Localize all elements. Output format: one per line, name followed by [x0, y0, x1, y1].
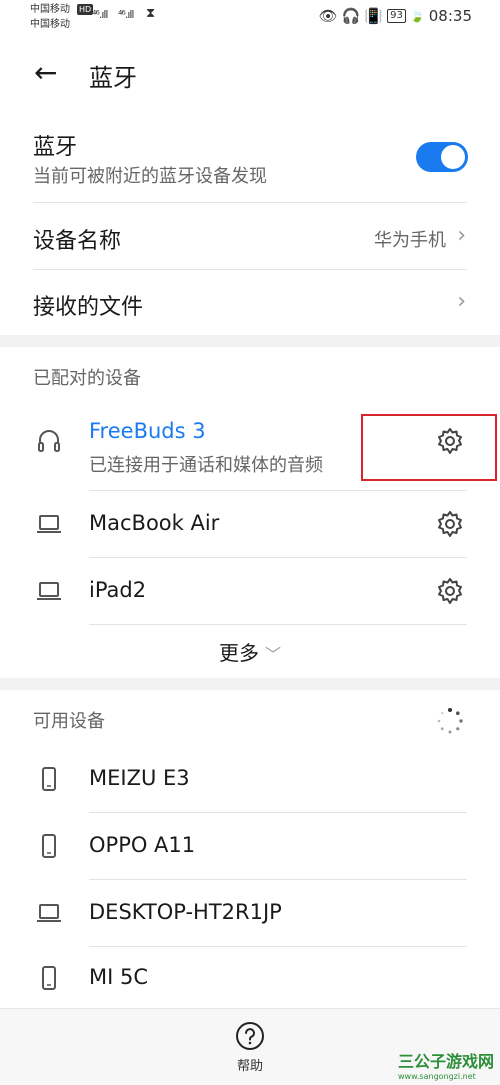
- received-files-row[interactable]: 接收的文件 ›: [0, 270, 500, 335]
- laptop-icon: [37, 582, 61, 600]
- signal-icon: ⁴⁶.ıll: [118, 8, 135, 21]
- device-name: OPPO A11: [89, 833, 196, 857]
- device-name-row[interactable]: 设备名称 华为手机 ›: [0, 203, 500, 269]
- device-name: MI 5C: [89, 965, 149, 989]
- laptop-icon: [37, 515, 61, 533]
- gear-icon[interactable]: [436, 510, 464, 538]
- section-title: 可用设备: [33, 711, 105, 732]
- bluetooth-settings-card: 蓝牙 当前可被附近的蓝牙设备发现 设备名称 华为手机 › 接收的文件 ›: [0, 114, 500, 335]
- hd-badge: HD: [77, 4, 94, 15]
- top-app-bar: ← 蓝牙: [0, 36, 500, 114]
- bluetooth-label: 蓝牙: [33, 135, 78, 160]
- loading-spinner-icon: [437, 708, 463, 734]
- status-bar: 中国移动 中国移动 HD ⁴⁶.ıll ⁴⁶.ıll ⧗ 👁 🎧 📳 93 🍃 …: [0, 0, 500, 36]
- watermark-main: 三公子游戏网: [397, 1052, 494, 1071]
- device-name: DESKTOP-HT2R1JP: [89, 900, 282, 924]
- divider: [89, 624, 467, 625]
- phone-icon: [42, 767, 56, 791]
- bottom-bar: 帮助 三公子游戏网 www.sangongzi.net: [0, 1008, 500, 1085]
- headphones-status-icon: 🎧: [341, 7, 361, 25]
- bluetooth-switch[interactable]: [416, 142, 468, 172]
- paired-devices-card: 已配对的设备 FreeBuds 3 已连接用于通话和媒体的音频 MacBook …: [0, 347, 500, 678]
- more-button[interactable]: 更多 ﹀: [0, 637, 500, 666]
- received-files-label: 接收的文件: [33, 295, 144, 320]
- device-name: MEIZU E3: [89, 766, 190, 790]
- highlight-box: [361, 414, 497, 481]
- more-label: 更多: [218, 641, 259, 665]
- bluetooth-toggle-row[interactable]: 蓝牙 当前可被附近的蓝牙设备发现: [0, 114, 500, 202]
- available-device-row[interactable]: MI 5C: [0, 947, 500, 1008]
- device-name-value: 华为手机: [374, 230, 446, 251]
- phone-icon: [42, 834, 56, 858]
- page-title: 蓝牙: [89, 64, 137, 92]
- carrier-label: 中国移动: [30, 4, 70, 15]
- device-status: 已连接用于通话和媒体的音频: [89, 455, 323, 476]
- chevron-right-icon: ›: [457, 289, 466, 314]
- battery-level: 93: [387, 9, 406, 23]
- laptop-icon: [37, 904, 61, 922]
- device-name: iPad2: [89, 578, 147, 602]
- bluetooth-subtitle: 当前可被附近的蓝牙设备发现: [33, 166, 267, 187]
- eye-icon: 👁: [318, 7, 338, 25]
- available-device-row[interactable]: DESKTOP-HT2R1JP: [0, 880, 500, 946]
- section-title: 已配对的设备: [33, 368, 141, 389]
- vibrate-icon: 📳: [364, 7, 384, 25]
- gear-icon[interactable]: [436, 577, 464, 605]
- phone-icon: [42, 966, 56, 990]
- carrier-label: 中国移动: [30, 19, 70, 30]
- watermark: 三公子游戏网 www.sangongzi.net: [398, 1048, 494, 1081]
- device-name-label: 设备名称: [33, 229, 122, 254]
- switch-knob: [441, 145, 465, 169]
- hourglass-icon: ⧗: [146, 6, 155, 21]
- available-device-row[interactable]: MEIZU E3: [0, 746, 500, 812]
- available-device-row[interactable]: OPPO A11: [0, 813, 500, 879]
- chevron-right-icon: ›: [457, 223, 466, 248]
- chevron-down-icon: ﹀: [264, 645, 281, 664]
- signal-icon: ⁴⁶.ıll: [92, 8, 109, 21]
- back-arrow-icon[interactable]: ←: [34, 56, 57, 89]
- leaf-icon: 🍃: [409, 9, 425, 23]
- device-name: MacBook Air: [89, 511, 220, 535]
- status-icons: 👁 🎧 📳 93 🍃 08:35: [319, 7, 472, 25]
- help-icon[interactable]: [235, 1021, 265, 1051]
- headphones-icon: [38, 430, 60, 452]
- available-devices-card: 可用设备 MEIZU E3 OPPO A11 DESKTOP-HT2R1JP M…: [0, 690, 500, 1008]
- clock: 08:35: [428, 7, 472, 25]
- device-name: FreeBuds 3: [89, 419, 206, 443]
- paired-device-row[interactable]: MacBook Air: [0, 491, 500, 557]
- watermark-sub: www.sangongzi.net: [397, 1072, 476, 1081]
- paired-device-row[interactable]: iPad2: [0, 558, 500, 624]
